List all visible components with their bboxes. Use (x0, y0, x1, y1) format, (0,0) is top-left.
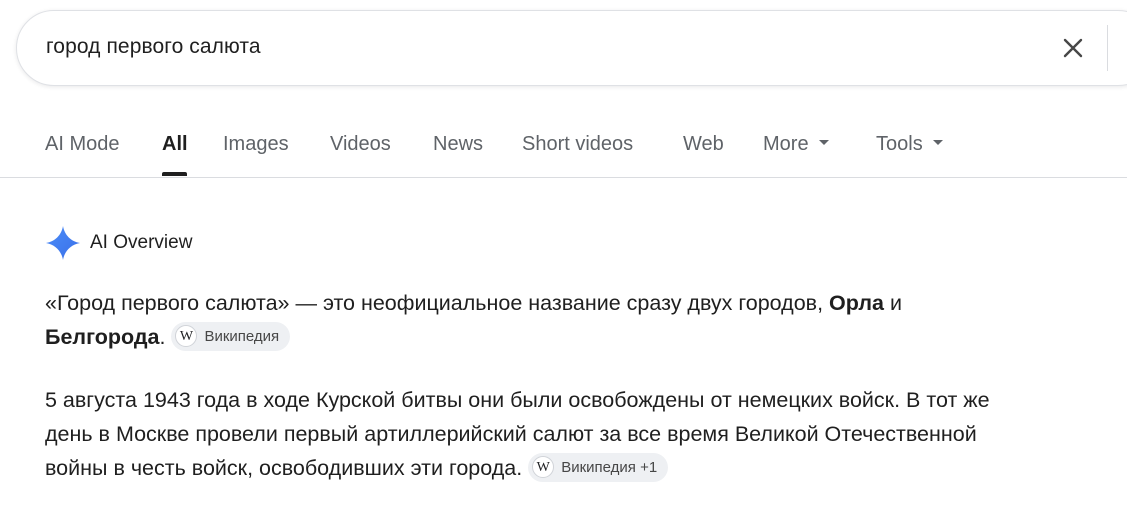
tab-tools[interactable]: Tools (876, 133, 943, 156)
source-chip-label: Википедия (204, 327, 280, 345)
tab-tools-label: Tools (876, 133, 923, 155)
ai-overview-paragraph-1: «Город первого салюта» — это неофициальн… (45, 286, 1035, 354)
search-bar-divider (1107, 25, 1108, 71)
wikipedia-icon: W (175, 325, 198, 348)
tab-web[interactable]: Web (683, 133, 724, 156)
tab-images[interactable]: Images (223, 133, 289, 156)
bold-belgorod: Белгорода (45, 325, 160, 349)
tab-more-label: More (763, 133, 809, 155)
source-chip-wikipedia-plus[interactable]: W Википедия +1 (528, 452, 669, 482)
ai-overview-paragraph-2: 5 августа 1943 года в ходе Курской битвы… (45, 383, 1035, 485)
tab-more[interactable]: More (763, 133, 829, 156)
paragraph-1-period: . (159, 325, 166, 349)
tab-ai-mode[interactable]: AI Mode (45, 133, 119, 156)
ai-overview-header: AI Overview (45, 224, 192, 262)
active-tab-indicator (162, 172, 187, 176)
chevron-down-icon (818, 140, 829, 146)
ai-overview-title: AI Overview (90, 232, 193, 253)
tab-videos[interactable]: Videos (330, 133, 391, 156)
paragraph-2-text: 5 августа 1943 года в ходе Курской битвы… (45, 388, 990, 480)
search-bar[interactable]: город первого салюта (16, 10, 1127, 86)
wikipedia-icon: W (532, 456, 555, 479)
source-chip-label: Википедия +1 (561, 458, 658, 476)
bold-orel: Орла (829, 291, 884, 315)
clear-search-button[interactable] (1054, 29, 1092, 67)
gemini-sparkle-icon (46, 226, 80, 260)
close-icon (1063, 38, 1083, 58)
tab-all[interactable]: All (162, 133, 188, 156)
tabs-divider (0, 177, 1127, 178)
tab-news[interactable]: News (433, 133, 483, 156)
paragraph-1-text: «Город первого салюта» — это неофициальн… (45, 291, 830, 315)
source-chip-wikipedia[interactable]: W Википедия (171, 321, 291, 351)
paragraph-1-connector: и (883, 291, 902, 315)
chevron-down-icon (932, 140, 943, 146)
search-input[interactable]: город первого салюта (46, 35, 261, 59)
search-results-page: город первого салюта AI Mode All Images … (0, 0, 1127, 509)
tab-short-videos[interactable]: Short videos (522, 133, 633, 156)
search-tabs: AI Mode All Images Videos News Short vid… (0, 118, 1127, 178)
